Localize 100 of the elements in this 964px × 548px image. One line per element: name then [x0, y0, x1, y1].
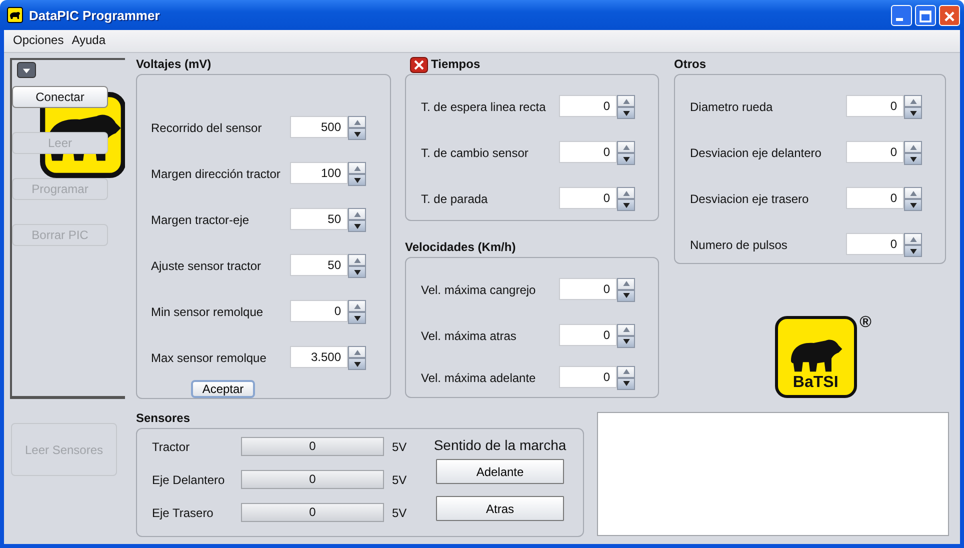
- spin-down-button[interactable]: [904, 199, 922, 211]
- spin-down-button[interactable]: [904, 245, 922, 257]
- caret-icon: [22, 66, 31, 74]
- spin-up-button[interactable]: [348, 300, 366, 312]
- sensor-label: Eje Delantero: [152, 472, 226, 486]
- spin-up-button[interactable]: [904, 95, 922, 107]
- field-label: Margen dirección tractor: [151, 167, 282, 181]
- close-button[interactable]: [939, 4, 960, 26]
- spin-down-button[interactable]: [348, 266, 366, 278]
- spin-up-button[interactable]: [348, 208, 366, 220]
- group-title: Otros: [674, 57, 708, 72]
- down-arrow-icon: [622, 110, 630, 116]
- registered-mark: ®: [860, 314, 872, 332]
- number-field[interactable]: 0: [559, 141, 617, 163]
- sidebar-button[interactable]: Conectar: [12, 86, 108, 108]
- bar-reading: 0: [308, 504, 317, 521]
- down-arrow-icon: [910, 248, 916, 254]
- spin-up-button[interactable]: [617, 187, 635, 199]
- down-arrow-icon: [910, 202, 916, 208]
- up-arrow-icon: [910, 144, 916, 150]
- number-field[interactable]: 0: [559, 187, 617, 209]
- field-label: Diametro rueda: [690, 100, 774, 114]
- up-arrow-icon: [622, 98, 630, 104]
- number-field[interactable]: 0: [559, 278, 617, 300]
- number-field[interactable]: 0: [846, 233, 904, 255]
- spin-down-button[interactable]: [617, 378, 635, 390]
- direction-button[interactable]: Atras: [436, 496, 564, 521]
- field-label: Vel. máxima atras: [421, 328, 518, 343]
- output-area[interactable]: [597, 412, 949, 536]
- field-label: T. de cambio sensor: [421, 146, 530, 160]
- up-arrow-icon: [354, 304, 360, 308]
- number-field[interactable]: 0: [846, 141, 904, 163]
- close-icon[interactable]: [410, 56, 428, 72]
- spin-up-button[interactable]: [348, 162, 366, 174]
- up-arrow-icon: [622, 281, 630, 286]
- spin-up-button[interactable]: [348, 346, 366, 358]
- field-label: Desviacion eje trasero: [690, 192, 810, 206]
- field-label: T. de espera linea recta: [421, 100, 547, 114]
- spin-down-button[interactable]: [904, 153, 922, 165]
- down-arrow-icon: [622, 202, 630, 208]
- down-arrow-icon: [354, 316, 360, 320]
- spin-up-button[interactable]: [617, 278, 635, 290]
- spin-down-button[interactable]: [617, 153, 635, 165]
- menu-item[interactable]: Opciones: [13, 32, 64, 50]
- number-field[interactable]: 0: [559, 366, 617, 388]
- up-arrow-icon: [910, 190, 916, 196]
- up-arrow-icon: [354, 258, 360, 262]
- direction-title: Sentido de la marcha: [434, 437, 566, 453]
- spin-down-button[interactable]: [348, 358, 366, 370]
- number-field[interactable]: 50: [290, 254, 348, 276]
- spin-up-button[interactable]: [617, 95, 635, 107]
- number-field[interactable]: 100: [290, 162, 348, 184]
- minimize-button[interactable]: [891, 4, 912, 26]
- number-field[interactable]: 0: [846, 95, 904, 117]
- spin-down-button[interactable]: [348, 312, 366, 324]
- spin-down-button[interactable]: [617, 107, 635, 119]
- menu-item[interactable]: Ayuda: [72, 32, 106, 50]
- dropdown-button[interactable]: [17, 62, 36, 78]
- spin-down-button[interactable]: [617, 336, 635, 348]
- group-title: Sensores: [136, 411, 192, 426]
- down-arrow-icon: [354, 132, 360, 136]
- bar-reading: 0: [308, 438, 317, 455]
- spin-down-button[interactable]: [348, 220, 366, 232]
- spin-up-button[interactable]: [904, 233, 922, 245]
- maximize-button[interactable]: [915, 4, 936, 26]
- number-field[interactable]: 0: [290, 300, 348, 322]
- up-arrow-icon: [622, 369, 630, 374]
- max-label: 5V: [392, 440, 407, 454]
- number-field[interactable]: 50: [290, 208, 348, 230]
- spin-up-button[interactable]: [617, 366, 635, 378]
- up-arrow-icon: [622, 327, 630, 332]
- down-arrow-icon: [354, 270, 360, 274]
- down-arrow-icon: [622, 156, 630, 162]
- spin-down-button[interactable]: [348, 174, 366, 186]
- bear-app-icon: [7, 7, 23, 23]
- number-field[interactable]: 0: [559, 324, 617, 346]
- direction-button[interactable]: Adelante: [436, 459, 564, 484]
- spin-up-button[interactable]: [348, 254, 366, 266]
- spin-up-button[interactable]: [904, 141, 922, 153]
- number-field[interactable]: 3.500: [290, 346, 348, 368]
- bar-reading: 0: [308, 471, 317, 488]
- accept-button[interactable]: Aceptar: [191, 380, 255, 398]
- brand-name: BaTSI: [792, 374, 838, 392]
- number-field[interactable]: 0: [846, 187, 904, 209]
- spin-down-button[interactable]: [617, 290, 635, 302]
- spin-down-button[interactable]: [617, 199, 635, 211]
- spin-up-button[interactable]: [348, 116, 366, 128]
- spin-up-button[interactable]: [617, 324, 635, 336]
- spin-down-button[interactable]: [904, 107, 922, 119]
- down-arrow-icon: [354, 224, 360, 228]
- window-title: DataPIC Programmer: [29, 8, 161, 22]
- number-field[interactable]: 0: [559, 95, 617, 117]
- number-field[interactable]: 500: [290, 116, 348, 138]
- field-label: Margen tractor-eje: [151, 213, 250, 227]
- spin-down-button[interactable]: [348, 128, 366, 140]
- up-arrow-icon: [354, 166, 360, 170]
- spin-up-button[interactable]: [617, 141, 635, 153]
- group-title: Voltajes (mV): [136, 57, 212, 72]
- spin-up-button[interactable]: [904, 187, 922, 199]
- field-label: Desviacion eje delantero: [690, 146, 822, 160]
